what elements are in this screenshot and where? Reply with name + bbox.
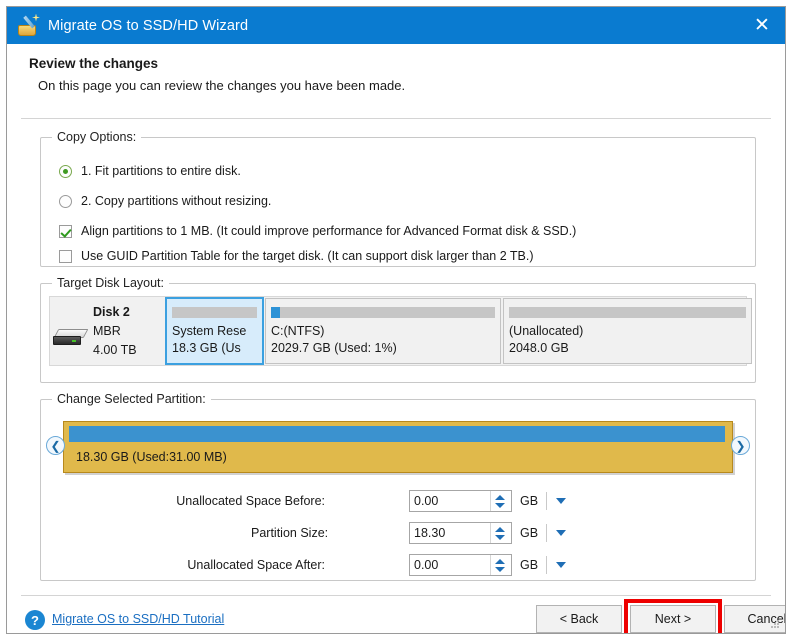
unit-label: GB — [520, 494, 539, 508]
unit-divider — [546, 492, 547, 510]
chevron-left-icon[interactable]: ❮ — [46, 436, 65, 455]
tutorial-link[interactable]: Migrate OS to SSD/HD Tutorial — [52, 612, 224, 626]
resize-grip[interactable] — [770, 619, 781, 630]
option-use-gpt[interactable]: Use GUID Partition Table for the target … — [59, 249, 534, 263]
chevron-down-icon[interactable] — [556, 498, 566, 504]
next-button[interactable]: Next > — [630, 605, 716, 633]
option-fit-partitions[interactable]: 1. Fit partitions to entire disk. — [59, 164, 241, 178]
disk-scheme: MBR — [93, 324, 121, 338]
help-icon[interactable]: ? — [25, 610, 45, 630]
partition-tile-system-reserved[interactable]: System Rese 18.3 GB (Us — [165, 297, 264, 365]
change-selected-partition-group: Change Selected Partition: ❮ ❯ 18.30 GB … — [40, 392, 756, 581]
disk-info: Disk 2 MBR 4.00 TB — [50, 297, 166, 365]
checkbox-use-gpt[interactable] — [59, 249, 72, 263]
chevron-right-icon[interactable]: ❯ — [731, 436, 750, 455]
input-partition-size[interactable] — [410, 523, 490, 543]
partition-tile-unallocated[interactable]: (Unallocated) 2048.0 GB — [503, 298, 752, 364]
partition-tile-c-ntfs[interactable]: C:(NTFS) 2029.7 GB (Used: 1%) — [265, 298, 501, 364]
partition-name: C:(NTFS) — [271, 324, 325, 338]
spinner-unallocated-before[interactable] — [409, 490, 512, 512]
usage-bar — [509, 307, 746, 318]
option-label: Align partitions to 1 MB. (It could impr… — [81, 224, 577, 238]
usage-bar — [172, 307, 257, 318]
spinner-arrows-icon[interactable] — [490, 555, 508, 575]
copy-options-group: Copy Options: 1. Fit partitions to entir… — [40, 130, 756, 267]
radio-fit-partitions[interactable] — [59, 164, 72, 178]
partition-slider-label: 18.30 GB (Used:31.00 MB) — [76, 450, 227, 464]
header-divider — [21, 118, 771, 119]
close-icon[interactable]: ✕ — [739, 7, 785, 44]
spinner-arrows-icon[interactable] — [490, 523, 508, 543]
target-disk-legend: Target Disk Layout: — [52, 276, 169, 290]
page-title: Review the changes — [29, 56, 159, 71]
page-subtitle: On this page you can review the changes … — [38, 78, 406, 93]
disk-layout-strip: Disk 2 MBR 4.00 TB System Rese 18.3 GB (… — [49, 296, 752, 366]
checkbox-align-partitions[interactable] — [59, 224, 72, 238]
unit-label: GB — [520, 526, 539, 540]
partition-name: System Rese — [172, 324, 247, 338]
spinner-arrows-icon[interactable] — [490, 491, 508, 511]
option-copy-without-resizing[interactable]: 2. Copy partitions without resizing. — [59, 194, 271, 208]
wizard-window: Migrate OS to SSD/HD Wizard ✕ Review the… — [6, 6, 786, 634]
unit-label: GB — [520, 558, 539, 572]
footer-divider — [21, 595, 771, 596]
field-label: Unallocated Space Before: — [176, 494, 325, 508]
chevron-down-icon[interactable] — [556, 562, 566, 568]
wizard-disk-icon — [17, 15, 40, 37]
partition-size: 2029.7 GB (Used: 1%) — [271, 341, 397, 355]
field-label: Partition Size: — [251, 526, 329, 540]
field-unallocated-space-before: Unallocated Space Before: GB — [41, 490, 755, 512]
partition-size: 18.3 GB (Us — [172, 341, 241, 355]
usage-bar — [271, 307, 495, 318]
partition-used-fill — [69, 426, 726, 442]
input-unallocated-before[interactable] — [410, 491, 490, 511]
back-button[interactable]: < Back — [536, 605, 622, 633]
field-partition-size: Partition Size: GB — [41, 522, 755, 544]
partition-size: 2048.0 GB — [509, 341, 569, 355]
option-align-partitions[interactable]: Align partitions to 1 MB. (It could impr… — [59, 224, 576, 238]
window-title: Migrate OS to SSD/HD Wizard — [48, 17, 249, 34]
spinner-partition-size[interactable] — [409, 522, 512, 544]
radio-copy-without-resizing[interactable] — [59, 194, 72, 208]
option-label: Use GUID Partition Table for the target … — [81, 249, 534, 263]
unit-divider — [546, 556, 547, 574]
title-bar: Migrate OS to SSD/HD Wizard ✕ — [7, 7, 785, 44]
copy-options-legend: Copy Options: — [52, 130, 142, 144]
change-partition-legend: Change Selected Partition: — [52, 392, 211, 406]
option-label: 2. Copy partitions without resizing. — [81, 194, 272, 208]
partition-name: (Unallocated) — [509, 324, 584, 338]
disk-name: Disk 2 — [93, 305, 130, 319]
spinner-unallocated-after[interactable] — [409, 554, 512, 576]
field-label: Unallocated Space After: — [187, 558, 325, 572]
page-header: Review the changes On this page you can … — [7, 44, 785, 109]
field-unallocated-space-after: Unallocated Space After: GB — [41, 554, 755, 576]
partition-slider-bar[interactable]: 18.30 GB (Used:31.00 MB) — [63, 421, 733, 473]
target-disk-layout-group: Target Disk Layout: Disk 2 MBR 4.00 TB S… — [40, 276, 756, 383]
input-unallocated-after[interactable] — [410, 555, 490, 575]
disk-size: 4.00 TB — [93, 343, 137, 357]
unit-divider — [546, 524, 547, 542]
chevron-down-icon[interactable] — [556, 530, 566, 536]
hard-disk-icon — [53, 329, 89, 346]
option-label: 1. Fit partitions to entire disk. — [81, 164, 241, 178]
